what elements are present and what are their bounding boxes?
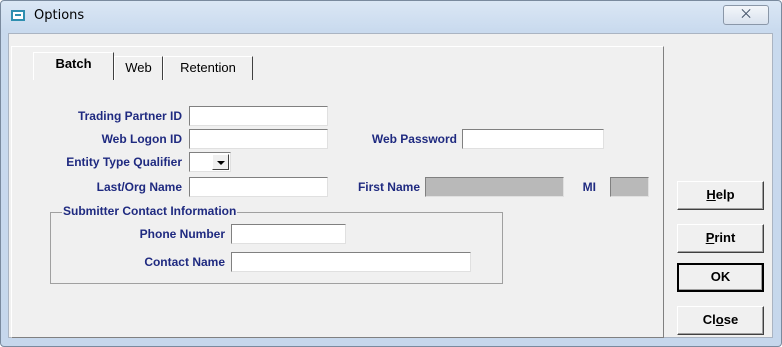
last-org-name-label: Last/Org Name <box>96 180 182 194</box>
trading-partner-id-field[interactable] <box>189 106 328 126</box>
tab-retention[interactable]: Retention <box>163 56 253 80</box>
first-name-label: First Name <box>357 180 420 194</box>
entity-type-qualifier-select[interactable] <box>189 152 231 172</box>
trading-partner-id-label: Trading Partner ID <box>77 109 182 123</box>
window-title: Options <box>34 8 85 23</box>
close-button-pre: Cl <box>702 312 716 327</box>
last-org-name-field[interactable] <box>189 177 328 197</box>
submitter-contact-groupbox <box>50 212 503 284</box>
web-password-label: Web Password <box>371 132 457 146</box>
first-name-field <box>425 177 564 197</box>
phone-number-field[interactable] <box>231 224 346 244</box>
submitter-contact-title: Submitter Contact Information <box>62 204 238 218</box>
chevron-down-icon[interactable] <box>212 154 229 170</box>
tab-batch-label: Batch <box>55 56 92 71</box>
close-window-button[interactable]: ⨉ <box>723 5 769 25</box>
print-button-post: rint <box>714 230 736 245</box>
tab-batch[interactable]: Batch <box>33 52 114 80</box>
tab-retention-label: Retention <box>180 60 236 75</box>
help-button[interactable]: Help <box>677 181 764 210</box>
entity-type-qualifier-label: Entity Type Qualifier <box>66 155 182 169</box>
window-icon <box>11 10 25 21</box>
ok-button-label: OK <box>710 269 731 284</box>
phone-number-label: Phone Number <box>139 227 225 241</box>
ok-button[interactable]: OK <box>677 263 764 292</box>
web-password-field[interactable] <box>462 129 604 149</box>
close-button-post: se <box>723 312 739 327</box>
mi-field <box>610 177 649 197</box>
contact-name-label: Contact Name <box>144 255 225 269</box>
contact-name-field[interactable] <box>231 252 471 272</box>
tab-web-label: Web <box>125 60 152 75</box>
close-button-mnemonic: o <box>715 312 724 327</box>
help-button-mnemonic: H <box>706 187 716 202</box>
mi-label: MI <box>582 180 596 194</box>
tab-web[interactable]: Web <box>114 56 163 80</box>
web-logon-id-field[interactable] <box>189 129 328 149</box>
web-logon-id-label: Web Logon ID <box>101 132 182 146</box>
title-bar[interactable]: Options ⨉ <box>1 1 781 33</box>
close-button[interactable]: Close <box>677 306 764 335</box>
help-button-post: elp <box>715 187 735 202</box>
print-button[interactable]: Print <box>677 224 764 253</box>
close-icon: ⨉ <box>741 7 751 21</box>
